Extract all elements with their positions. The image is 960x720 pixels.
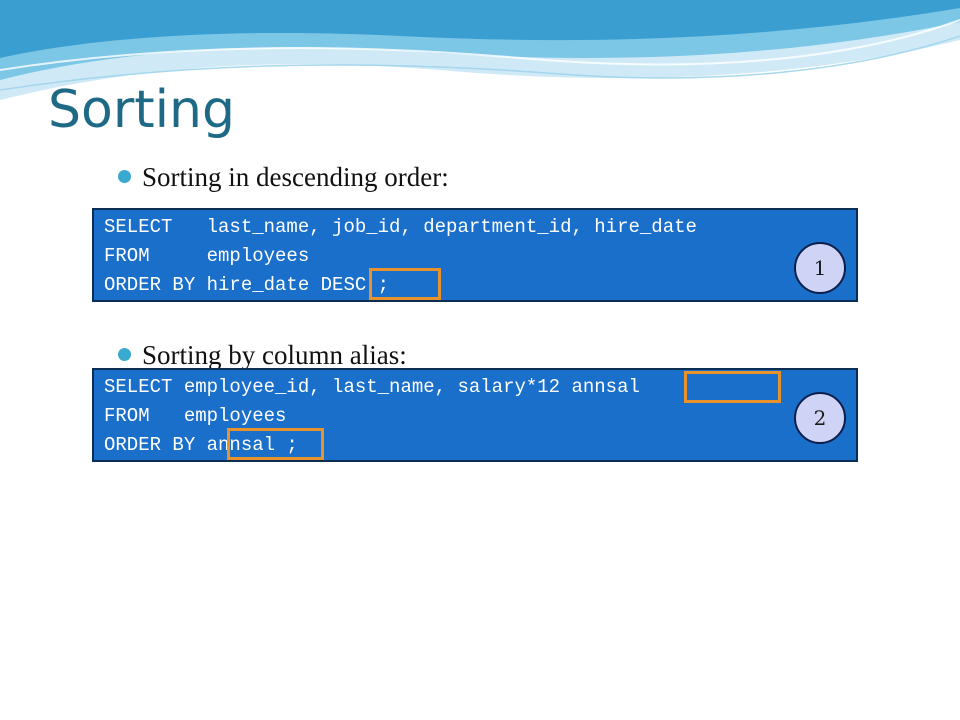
bullet-text: Sorting in descending order: (142, 162, 449, 192)
code-block-alias: SELECT employee_id, last_name, salary*12… (92, 368, 858, 462)
step-badge: 2 (794, 392, 846, 444)
desc-highlight-box (369, 268, 441, 300)
slide-title: Sorting (48, 80, 236, 140)
code-line: ORDER BY hire_date DESC ; (104, 274, 390, 296)
step-badge: 1 (794, 242, 846, 294)
bullet-dot-icon (118, 348, 131, 361)
code-block-descending: SELECT last_name, job_id, department_id,… (92, 208, 858, 302)
alias-highlight-box (684, 371, 781, 403)
alias-highlight-box (227, 428, 324, 460)
bullet-dot-icon (118, 170, 131, 183)
code-line: FROM employees (104, 245, 310, 267)
code-line: SELECT last_name, job_id, department_id,… (104, 216, 697, 238)
code-line: FROM employees (104, 405, 287, 427)
code-line: SELECT employee_id, last_name, salary*12… (104, 376, 640, 398)
bullet-text: Sorting by column alias: (142, 340, 407, 370)
